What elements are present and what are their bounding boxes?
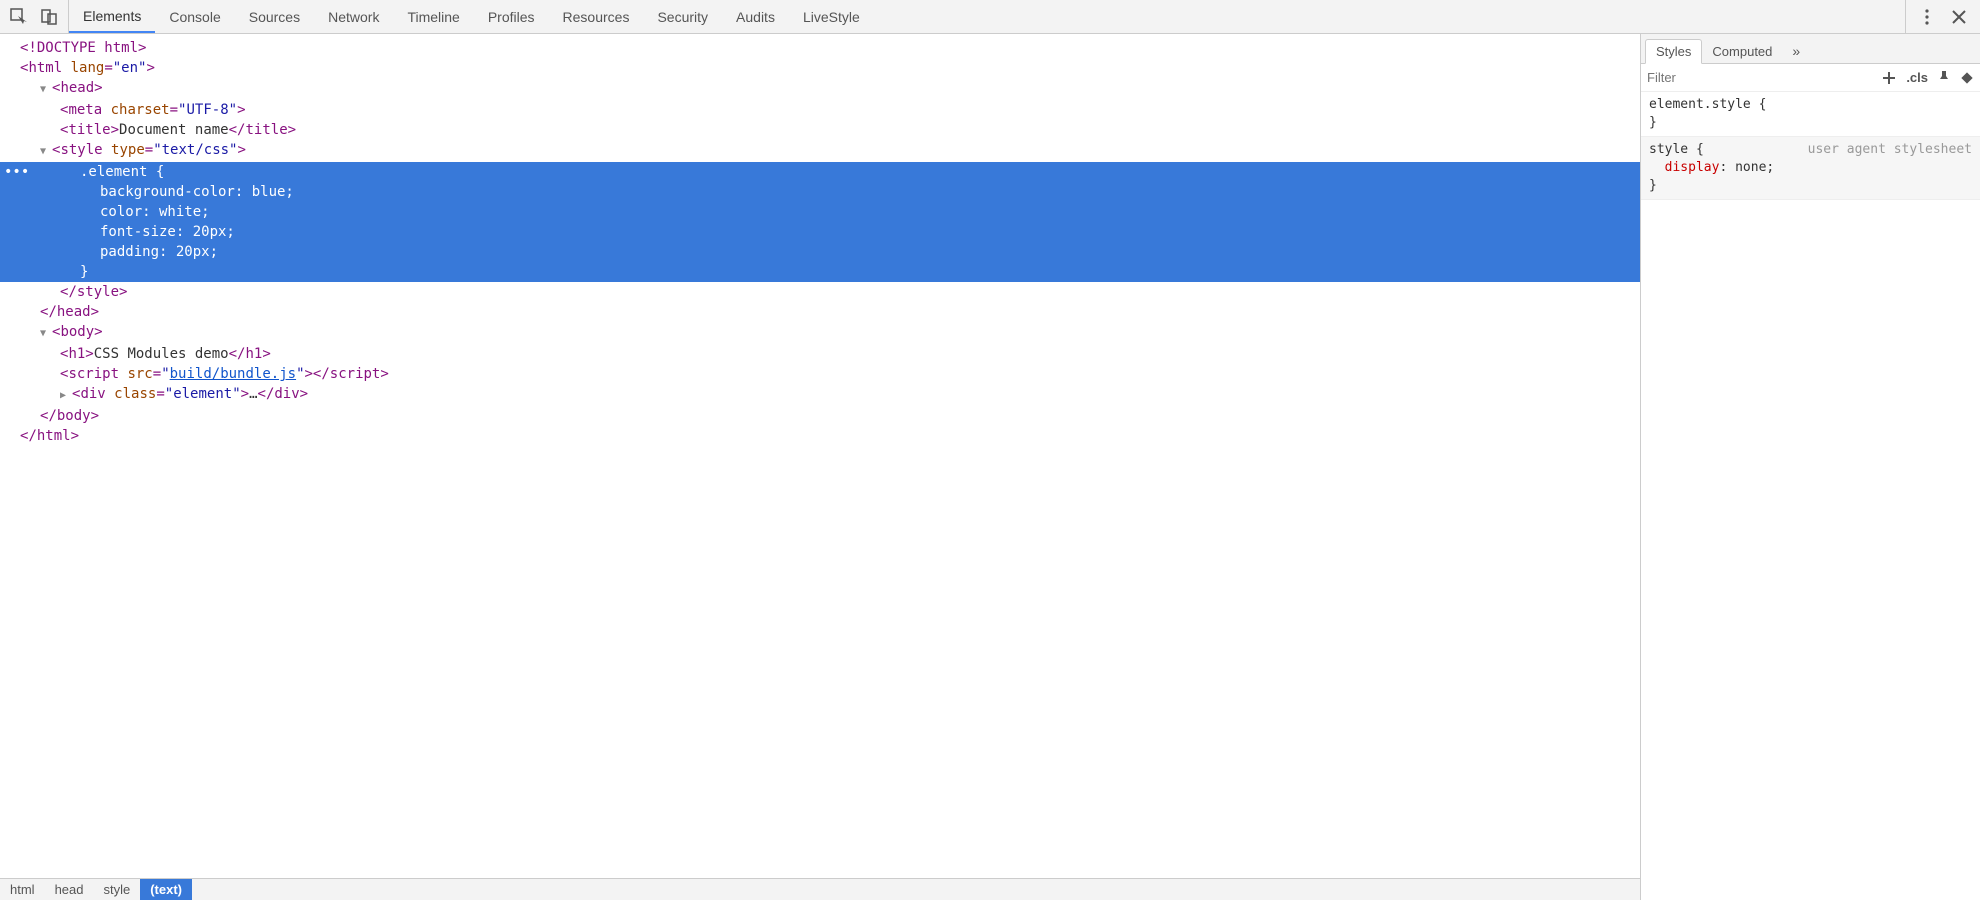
ellipsis-icon[interactable]: ••• (4, 163, 29, 181)
crumb-style[interactable]: style (93, 879, 140, 900)
dom-panel: <!DOCTYPE html> <html lang="en"> ▼<head>… (0, 34, 1640, 900)
styles-panel: Styles Computed » .cls element.style { } (1640, 34, 1980, 900)
device-mode-icon[interactable] (40, 8, 58, 26)
tab-network[interactable]: Network (314, 0, 393, 33)
pin-icon[interactable] (1938, 71, 1950, 85)
styles-filter-row: .cls (1641, 64, 1980, 92)
styles-filter-input[interactable] (1647, 70, 1872, 85)
close-devtools-icon[interactable] (1950, 8, 1968, 26)
crumb-head[interactable]: head (45, 879, 94, 900)
main-toolbar: Elements Console Sources Network Timelin… (0, 0, 1980, 34)
selected-css-text[interactable]: •••.element { background-color: blue; co… (0, 162, 1640, 282)
crumb-html[interactable]: html (0, 879, 45, 900)
tab-timeline[interactable]: Timeline (393, 0, 473, 33)
tab-livestyle[interactable]: LiveStyle (789, 0, 874, 33)
tab-sources[interactable]: Sources (235, 0, 314, 33)
element-style-rule[interactable]: element.style { } (1641, 92, 1980, 137)
breadcrumb: html head style (text) (0, 878, 1640, 900)
new-style-rule-icon[interactable] (1882, 71, 1896, 85)
tab-elements[interactable]: Elements (69, 0, 155, 33)
tab-console[interactable]: Console (155, 0, 234, 33)
dom-tree[interactable]: <!DOCTYPE html> <html lang="en"> ▼<head>… (0, 34, 1640, 878)
inspect-element-icon[interactable] (10, 8, 28, 26)
toolbar-left-tools (0, 0, 69, 33)
tab-styles[interactable]: Styles (1645, 39, 1702, 64)
tab-computed[interactable]: Computed (1702, 40, 1782, 63)
crumb-text[interactable]: (text) (140, 879, 192, 900)
tab-profiles[interactable]: Profiles (474, 0, 549, 33)
user-agent-rule[interactable]: style {user agent stylesheet display: no… (1641, 137, 1980, 200)
styles-rules: element.style { } style {user agent styl… (1641, 92, 1980, 900)
tab-resources[interactable]: Resources (549, 0, 644, 33)
toggle-classes-button[interactable]: .cls (1906, 70, 1928, 85)
toggle-element-state-icon[interactable] (1960, 71, 1974, 85)
tab-audits[interactable]: Audits (722, 0, 789, 33)
toolbar-right-tools (1905, 0, 1980, 33)
styles-tabs: Styles Computed » (1641, 34, 1980, 64)
more-tabs-icon[interactable]: » (1788, 39, 1804, 63)
kebab-menu-icon[interactable] (1918, 8, 1936, 26)
doctype-node[interactable]: <!DOCTYPE html> (20, 40, 146, 56)
toolbar-tabs: Elements Console Sources Network Timelin… (69, 0, 874, 33)
tab-security[interactable]: Security (643, 0, 722, 33)
